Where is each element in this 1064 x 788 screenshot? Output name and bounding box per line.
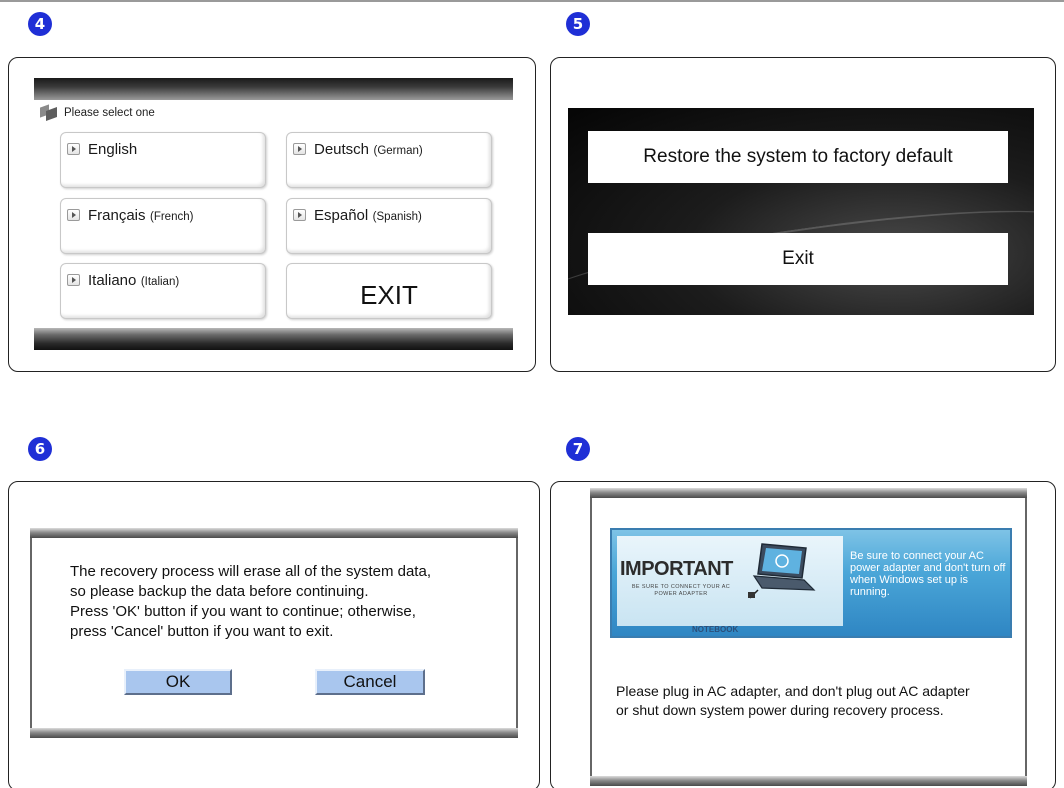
- arrow-right-icon: [67, 143, 80, 155]
- banner-title: IMPORTANT: [620, 558, 733, 580]
- language-sub: (Italian): [140, 276, 180, 288]
- language-button-german[interactable]: Deutsch (German): [286, 132, 492, 188]
- language-header-text: Please select one: [64, 106, 155, 119]
- language-button-french[interactable]: Français (French): [60, 198, 266, 254]
- ac-adapter-dialog: IMPORTANT BE SURE TO CONNECT YOUR AC POW…: [590, 488, 1027, 786]
- screen-top-bar: [34, 78, 513, 100]
- language-sub: (German): [373, 145, 423, 157]
- ac-message-line: Please plug in AC adapter, and don't plu…: [616, 683, 970, 699]
- language-name: Deutsch: [314, 141, 370, 158]
- language-sub: (Spanish): [372, 211, 422, 223]
- dialog-top-bar: [30, 528, 518, 538]
- step-badge-7: 7: [566, 437, 590, 461]
- language-name: Français: [88, 207, 146, 224]
- restore-factory-button[interactable]: Restore the system to factory default: [588, 131, 1008, 183]
- restore-exit-button[interactable]: Exit: [588, 233, 1008, 285]
- language-button-english[interactable]: English: [60, 132, 266, 188]
- language-name: Español: [314, 207, 369, 224]
- banner-footer: NOTEBOOK: [692, 625, 739, 634]
- warning-line: The recovery process will erase all of t…: [70, 563, 431, 580]
- ac-message-line: or shut down system power during recover…: [616, 702, 944, 718]
- step-badge-6: 6: [28, 437, 52, 461]
- exit-button[interactable]: EXIT: [286, 263, 492, 319]
- dialog-top-bar: [590, 488, 1027, 498]
- language-button-italian[interactable]: Italiano (Italian): [60, 263, 266, 319]
- language-button-spanish[interactable]: Español (Spanish): [286, 198, 492, 254]
- language-screen: Please select one English Deutsch (Germa…: [34, 78, 513, 350]
- warning-line: so please backup the data before continu…: [70, 583, 369, 600]
- step-badge-5: 5: [566, 12, 590, 36]
- screen-bottom-bar: [34, 328, 513, 350]
- folder-icon: [40, 106, 58, 119]
- dialog-bottom-bar: [590, 776, 1027, 786]
- dialog-bottom-bar: [30, 728, 518, 738]
- ok-button[interactable]: OK: [124, 669, 232, 695]
- step-badge-4: 4: [28, 12, 52, 36]
- banner-message: Be sure to connect your AC power adapter…: [850, 550, 1006, 598]
- warning-line: Press 'OK' button if you want to continu…: [70, 603, 416, 620]
- arrow-right-icon: [293, 209, 306, 221]
- language-name: Italiano: [88, 272, 137, 289]
- laptop-icon: [748, 543, 816, 599]
- language-name: English: [88, 141, 138, 158]
- arrow-right-icon: [293, 143, 306, 155]
- warning-message: The recovery process will erase all of t…: [70, 562, 490, 642]
- arrow-right-icon: [67, 274, 80, 286]
- language-sub: (French): [149, 211, 194, 223]
- top-divider: [0, 0, 1064, 2]
- arrow-right-icon: [67, 209, 80, 221]
- warning-line: press 'Cancel' button if you want to exi…: [70, 623, 334, 640]
- restore-screen: Restore the system to factory default Ex…: [568, 108, 1034, 315]
- ac-message: Please plug in AC adapter, and don't plu…: [616, 682, 1026, 720]
- cancel-button[interactable]: Cancel: [315, 669, 425, 695]
- recovery-warning-dialog: The recovery process will erase all of t…: [30, 528, 518, 738]
- banner-small-text: BE SURE TO CONNECT YOUR AC POWER ADAPTER: [631, 584, 731, 597]
- language-header: Please select one: [40, 106, 155, 119]
- important-banner: IMPORTANT BE SURE TO CONNECT YOUR AC POW…: [610, 528, 1012, 638]
